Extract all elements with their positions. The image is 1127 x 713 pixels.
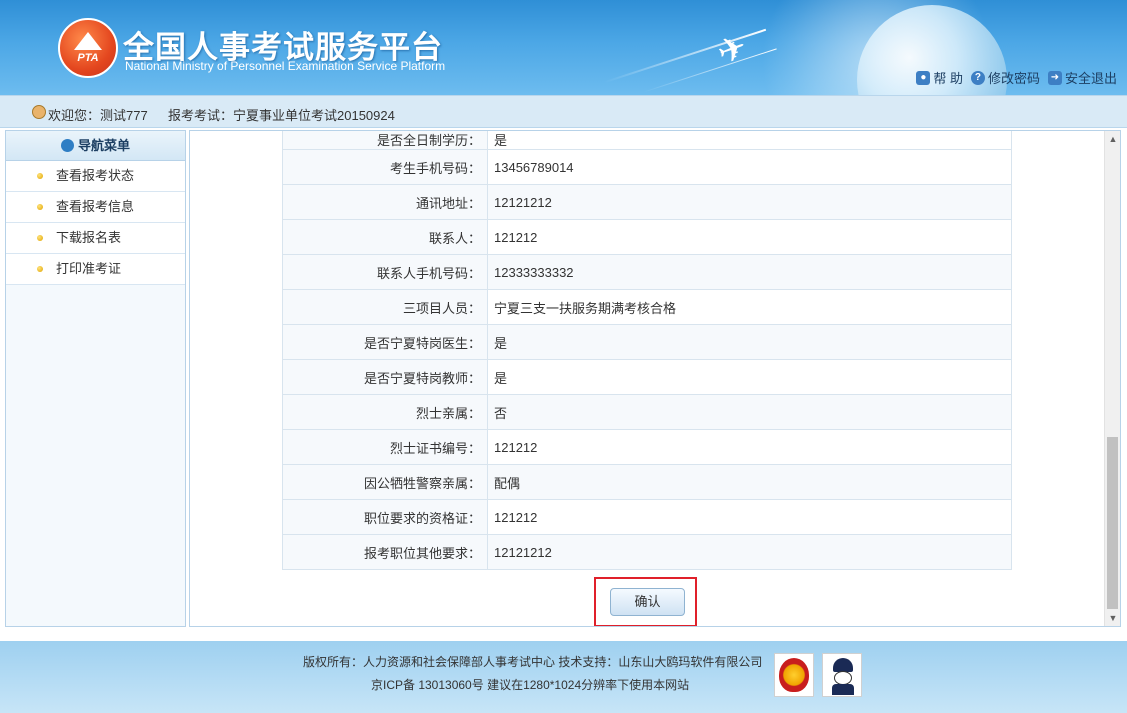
site-subtitle: National Ministry of Personnel Examinati… (125, 59, 446, 73)
sidebar-item-label: 下载报名表 (56, 230, 122, 245)
site-header: ✈ PTA 全国人事考试服务平台 National Ministry of Pe… (0, 0, 1127, 95)
table-row: 是否宁夏特岗医生： 是 (282, 324, 1012, 360)
table-row: 职位要求的资格证： 121212 (282, 499, 1012, 535)
sidebar-item-print-ticket[interactable]: 打印准考证 (6, 254, 185, 285)
table-row: 报考职位其他要求： 12121212 (282, 534, 1012, 570)
field-value: 是 (487, 131, 1012, 150)
field-label: 烈士亲属： (282, 394, 488, 430)
table-row: 考生手机号码： 13456789014 (282, 149, 1012, 185)
bullet-icon (37, 235, 43, 241)
sidebar: 导航菜单 查看报考状态 查看报考信息 下载报名表 打印准考证 (5, 130, 186, 627)
vertical-scrollbar[interactable]: ▲ ▼ (1104, 131, 1120, 626)
table-row: 是否全日制学历： 是 (282, 131, 1012, 150)
field-label: 烈士证书编号： (282, 429, 488, 465)
police-badge-icon[interactable] (822, 653, 862, 697)
emblem-graphic (779, 658, 809, 692)
scroll-down-icon[interactable]: ▼ (1105, 610, 1120, 626)
field-value: 是 (487, 359, 1012, 395)
field-value: 配偶 (487, 464, 1012, 500)
welcome-bar: 欢迎您：测试777 报考考试：宁夏事业单位考试20150924 (0, 95, 1127, 128)
field-label: 考生手机号码： (282, 149, 488, 185)
field-value: 121212 (487, 499, 1012, 535)
main-panel: 是否全日制学历： 是 考生手机号码： 13456789014 通讯地址： 121… (189, 130, 1121, 627)
table-row: 通讯地址： 12121212 (282, 184, 1012, 220)
help-icon: ? (970, 70, 985, 85)
sidebar-item-view-status[interactable]: 查看报考状态 (6, 161, 185, 192)
field-label: 是否全日制学历： (282, 131, 488, 150)
field-label: 联系人： (282, 219, 488, 255)
icp-text: 京ICP备 13013060号 建议在1280*1024分辨率下使用本网站 (371, 678, 690, 692)
user-icon (32, 105, 46, 119)
field-value: 13456789014 (487, 149, 1012, 185)
menu-icon (60, 139, 74, 152)
field-label: 三项目人员： (282, 289, 488, 325)
table-row: 联系人手机号码： 12333333332 (282, 254, 1012, 290)
table-row: 烈士证书编号： 121212 (282, 429, 1012, 465)
bullet-icon (37, 173, 43, 179)
field-label: 是否宁夏特岗医生： (282, 324, 488, 360)
field-value: 121212 (487, 219, 1012, 255)
police-body-graphic (832, 684, 854, 695)
table-row: 烈士亲属： 否 (282, 394, 1012, 430)
confirm-button[interactable]: 确认 (610, 588, 685, 616)
field-label: 是否宁夏特岗教师： (282, 359, 488, 395)
table-row: 三项目人员： 宁夏三支一扶服务期满考核合格 (282, 289, 1012, 325)
bullet-icon (37, 266, 43, 272)
field-label: 报考职位其他要求： (282, 534, 488, 570)
field-value: 12333333332 (487, 254, 1012, 290)
table-row: 因公牺牲警察亲属： 配偶 (282, 464, 1012, 500)
logout-link[interactable]: ➜ 安全退出 (1047, 68, 1117, 87)
sidebar-item-download-form[interactable]: 下载报名表 (6, 223, 185, 254)
bullet-icon (37, 204, 43, 210)
field-label: 因公牺牲警察亲属： (282, 464, 488, 500)
confirm-highlight: 确认 (594, 577, 697, 626)
field-value: 否 (487, 394, 1012, 430)
logo-roof-icon (74, 32, 102, 50)
field-value: 12121212 (487, 184, 1012, 220)
help-link[interactable]: ● 帮 助 (916, 68, 963, 87)
help-link-label: 帮 助 (933, 71, 963, 86)
logout-label: 安全退出 (1064, 71, 1117, 86)
lock-icon: ● (916, 70, 931, 85)
welcome-text: 欢迎您：测试777 (48, 108, 148, 123)
table-row: 联系人： 121212 (282, 219, 1012, 255)
sidebar-item-label: 查看报考信息 (56, 199, 135, 214)
field-label: 通讯地址： (282, 184, 488, 220)
field-value: 12121212 (487, 534, 1012, 570)
sidebar-item-view-info[interactable]: 查看报考信息 (6, 192, 185, 223)
police-cap-graphic (833, 658, 853, 672)
scroll-up-icon[interactable]: ▲ (1105, 131, 1120, 147)
national-emblem-icon[interactable] (774, 653, 814, 697)
field-label: 职位要求的资格证： (282, 499, 488, 535)
nav-menu-header: 导航菜单 (6, 131, 185, 161)
top-links: ● 帮 助 ? 修改密码 ➜ 安全退出 (916, 68, 1117, 87)
field-value: 是 (487, 324, 1012, 360)
police-face-graphic (834, 671, 852, 685)
applicant-info-table: 是否全日制学历： 是 考生手机号码： 13456789014 通讯地址： 121… (282, 131, 1012, 570)
copyright-text: 版权所有：人力资源和社会保障部人事考试中心 技术支持：山东山大鸥玛软件有限公司 (303, 655, 763, 669)
sidebar-item-label: 查看报考状态 (56, 168, 135, 183)
exit-icon: ➜ (1047, 70, 1062, 85)
exam-name: 报考考试：宁夏事业单位考试20150924 (168, 108, 395, 123)
field-label: 联系人手机号码： (282, 254, 488, 290)
sidebar-item-label: 打印准考证 (56, 261, 122, 276)
nav-menu-title: 导航菜单 (77, 138, 130, 153)
logo-text: PTA (77, 52, 99, 64)
scrollbar-thumb[interactable] (1107, 437, 1118, 609)
field-value: 121212 (487, 429, 1012, 465)
pta-logo: PTA (58, 18, 118, 78)
change-password-label: 修改密码 (987, 71, 1040, 86)
table-row: 是否宁夏特岗教师： 是 (282, 359, 1012, 395)
change-password-link[interactable]: ? 修改密码 (970, 68, 1040, 87)
field-value: 宁夏三支一扶服务期满考核合格 (487, 289, 1012, 325)
site-footer: 版权所有：人力资源和社会保障部人事考试中心 技术支持：山东山大鸥玛软件有限公司 … (0, 641, 1127, 713)
